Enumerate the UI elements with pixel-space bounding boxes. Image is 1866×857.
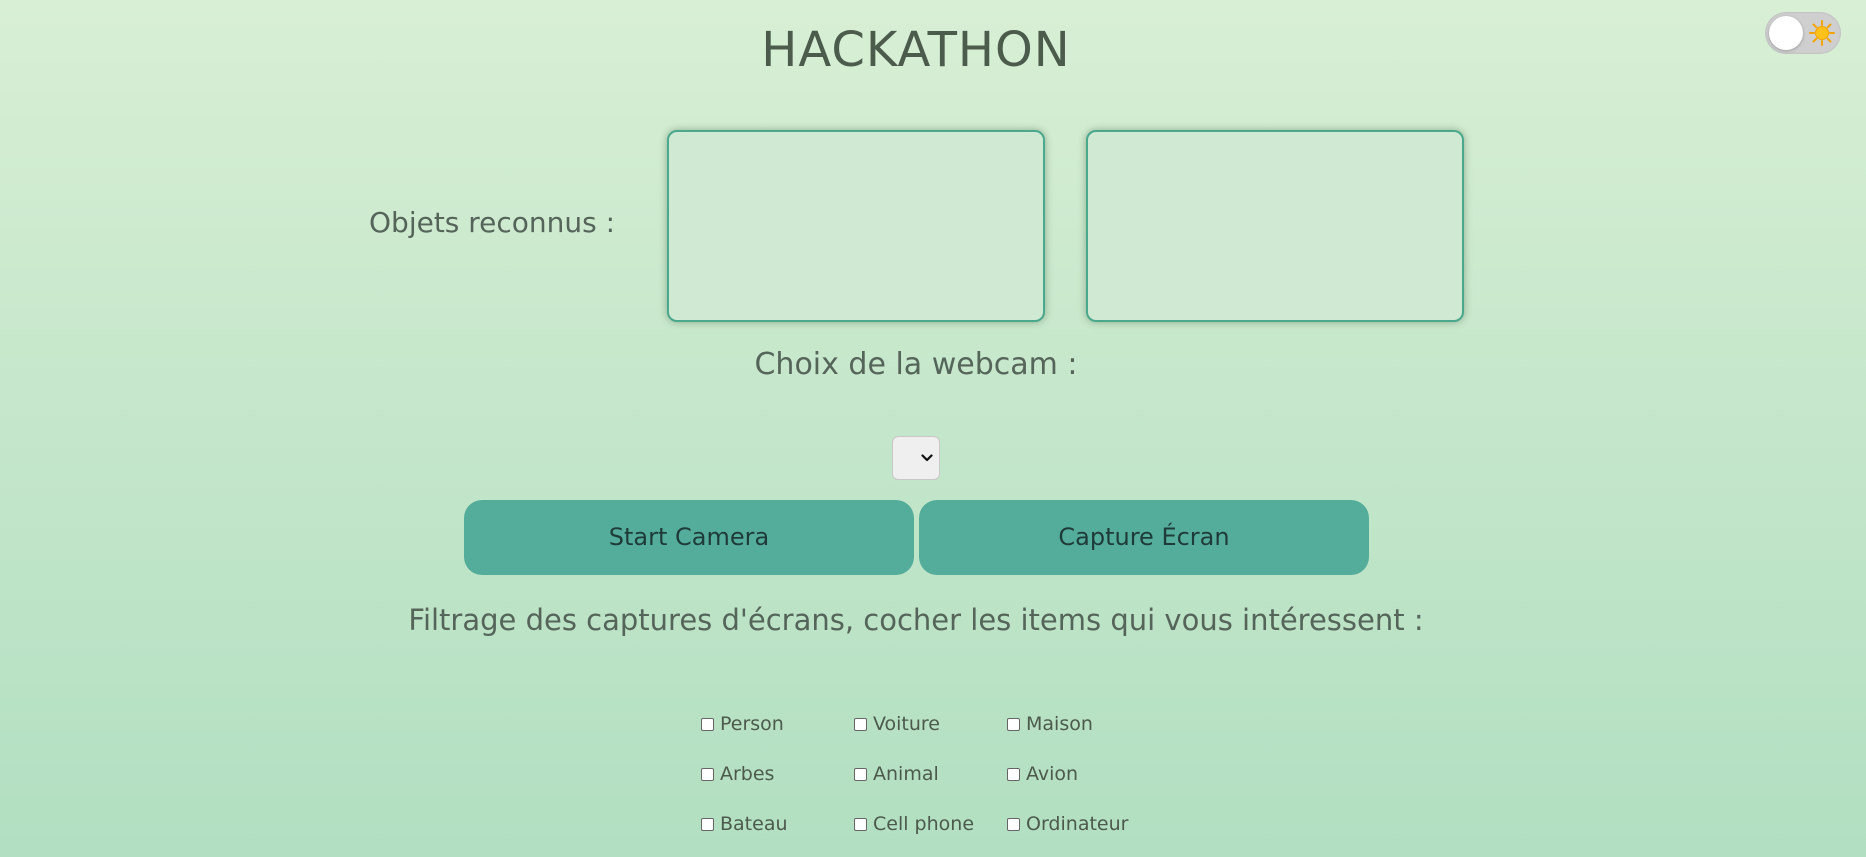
checkbox[interactable] — [701, 817, 714, 831]
filter-item[interactable]: Animal — [854, 762, 939, 786]
checkbox[interactable] — [701, 767, 714, 781]
filter-item-label: Animal — [873, 763, 939, 785]
filter-item[interactable]: Cell phone — [854, 812, 974, 836]
filter-item[interactable]: Maison — [1007, 712, 1093, 736]
filter-instructions: Filtrage des captures d'écrans, cocher l… — [408, 603, 1424, 637]
filter-item-label: Cell phone — [873, 813, 975, 835]
filter-item-label: Ordinateur — [1026, 813, 1129, 835]
checkbox[interactable] — [1007, 817, 1020, 831]
checkbox[interactable] — [1007, 717, 1020, 731]
filter-item[interactable]: Voiture — [854, 712, 940, 736]
filter-item-label: Person — [720, 713, 784, 735]
webcam-select[interactable] — [892, 436, 940, 480]
page-title: HACKATHON — [761, 22, 1071, 78]
filter-item-label: Maison — [1026, 713, 1093, 735]
webcam-choice-label: Choix de la webcam : — [754, 347, 1078, 382]
filter-item[interactable]: Avion — [1007, 762, 1078, 786]
filter-item[interactable]: Person — [701, 712, 784, 736]
checkbox[interactable] — [854, 717, 867, 731]
start-camera-button[interactable]: Start Camera — [464, 500, 914, 575]
filter-item-label: Voiture — [873, 713, 941, 735]
objets-reconnus-label: Objets reconnus : — [369, 206, 616, 239]
checkbox[interactable] — [701, 717, 714, 731]
filter-item[interactable]: Ordinateur — [1007, 812, 1128, 836]
capture-preview-box — [1086, 130, 1464, 322]
checkbox[interactable] — [854, 817, 867, 831]
checkbox[interactable] — [854, 767, 867, 781]
filter-item-label: Avion — [1026, 763, 1079, 785]
video-preview-box — [667, 130, 1045, 322]
capture-ecran-button[interactable]: Capture Écran — [919, 500, 1369, 575]
filter-item[interactable]: Arbes — [701, 762, 774, 786]
page: HACKATHON Objets reconnus : Choix de la … — [0, 0, 1866, 857]
checkbox[interactable] — [1007, 767, 1020, 781]
filter-item-label: Arbes — [720, 763, 775, 785]
filter-item[interactable]: Bateau — [701, 812, 788, 836]
filter-item-label: Bateau — [720, 813, 788, 835]
chevron-down-icon — [921, 454, 933, 462]
